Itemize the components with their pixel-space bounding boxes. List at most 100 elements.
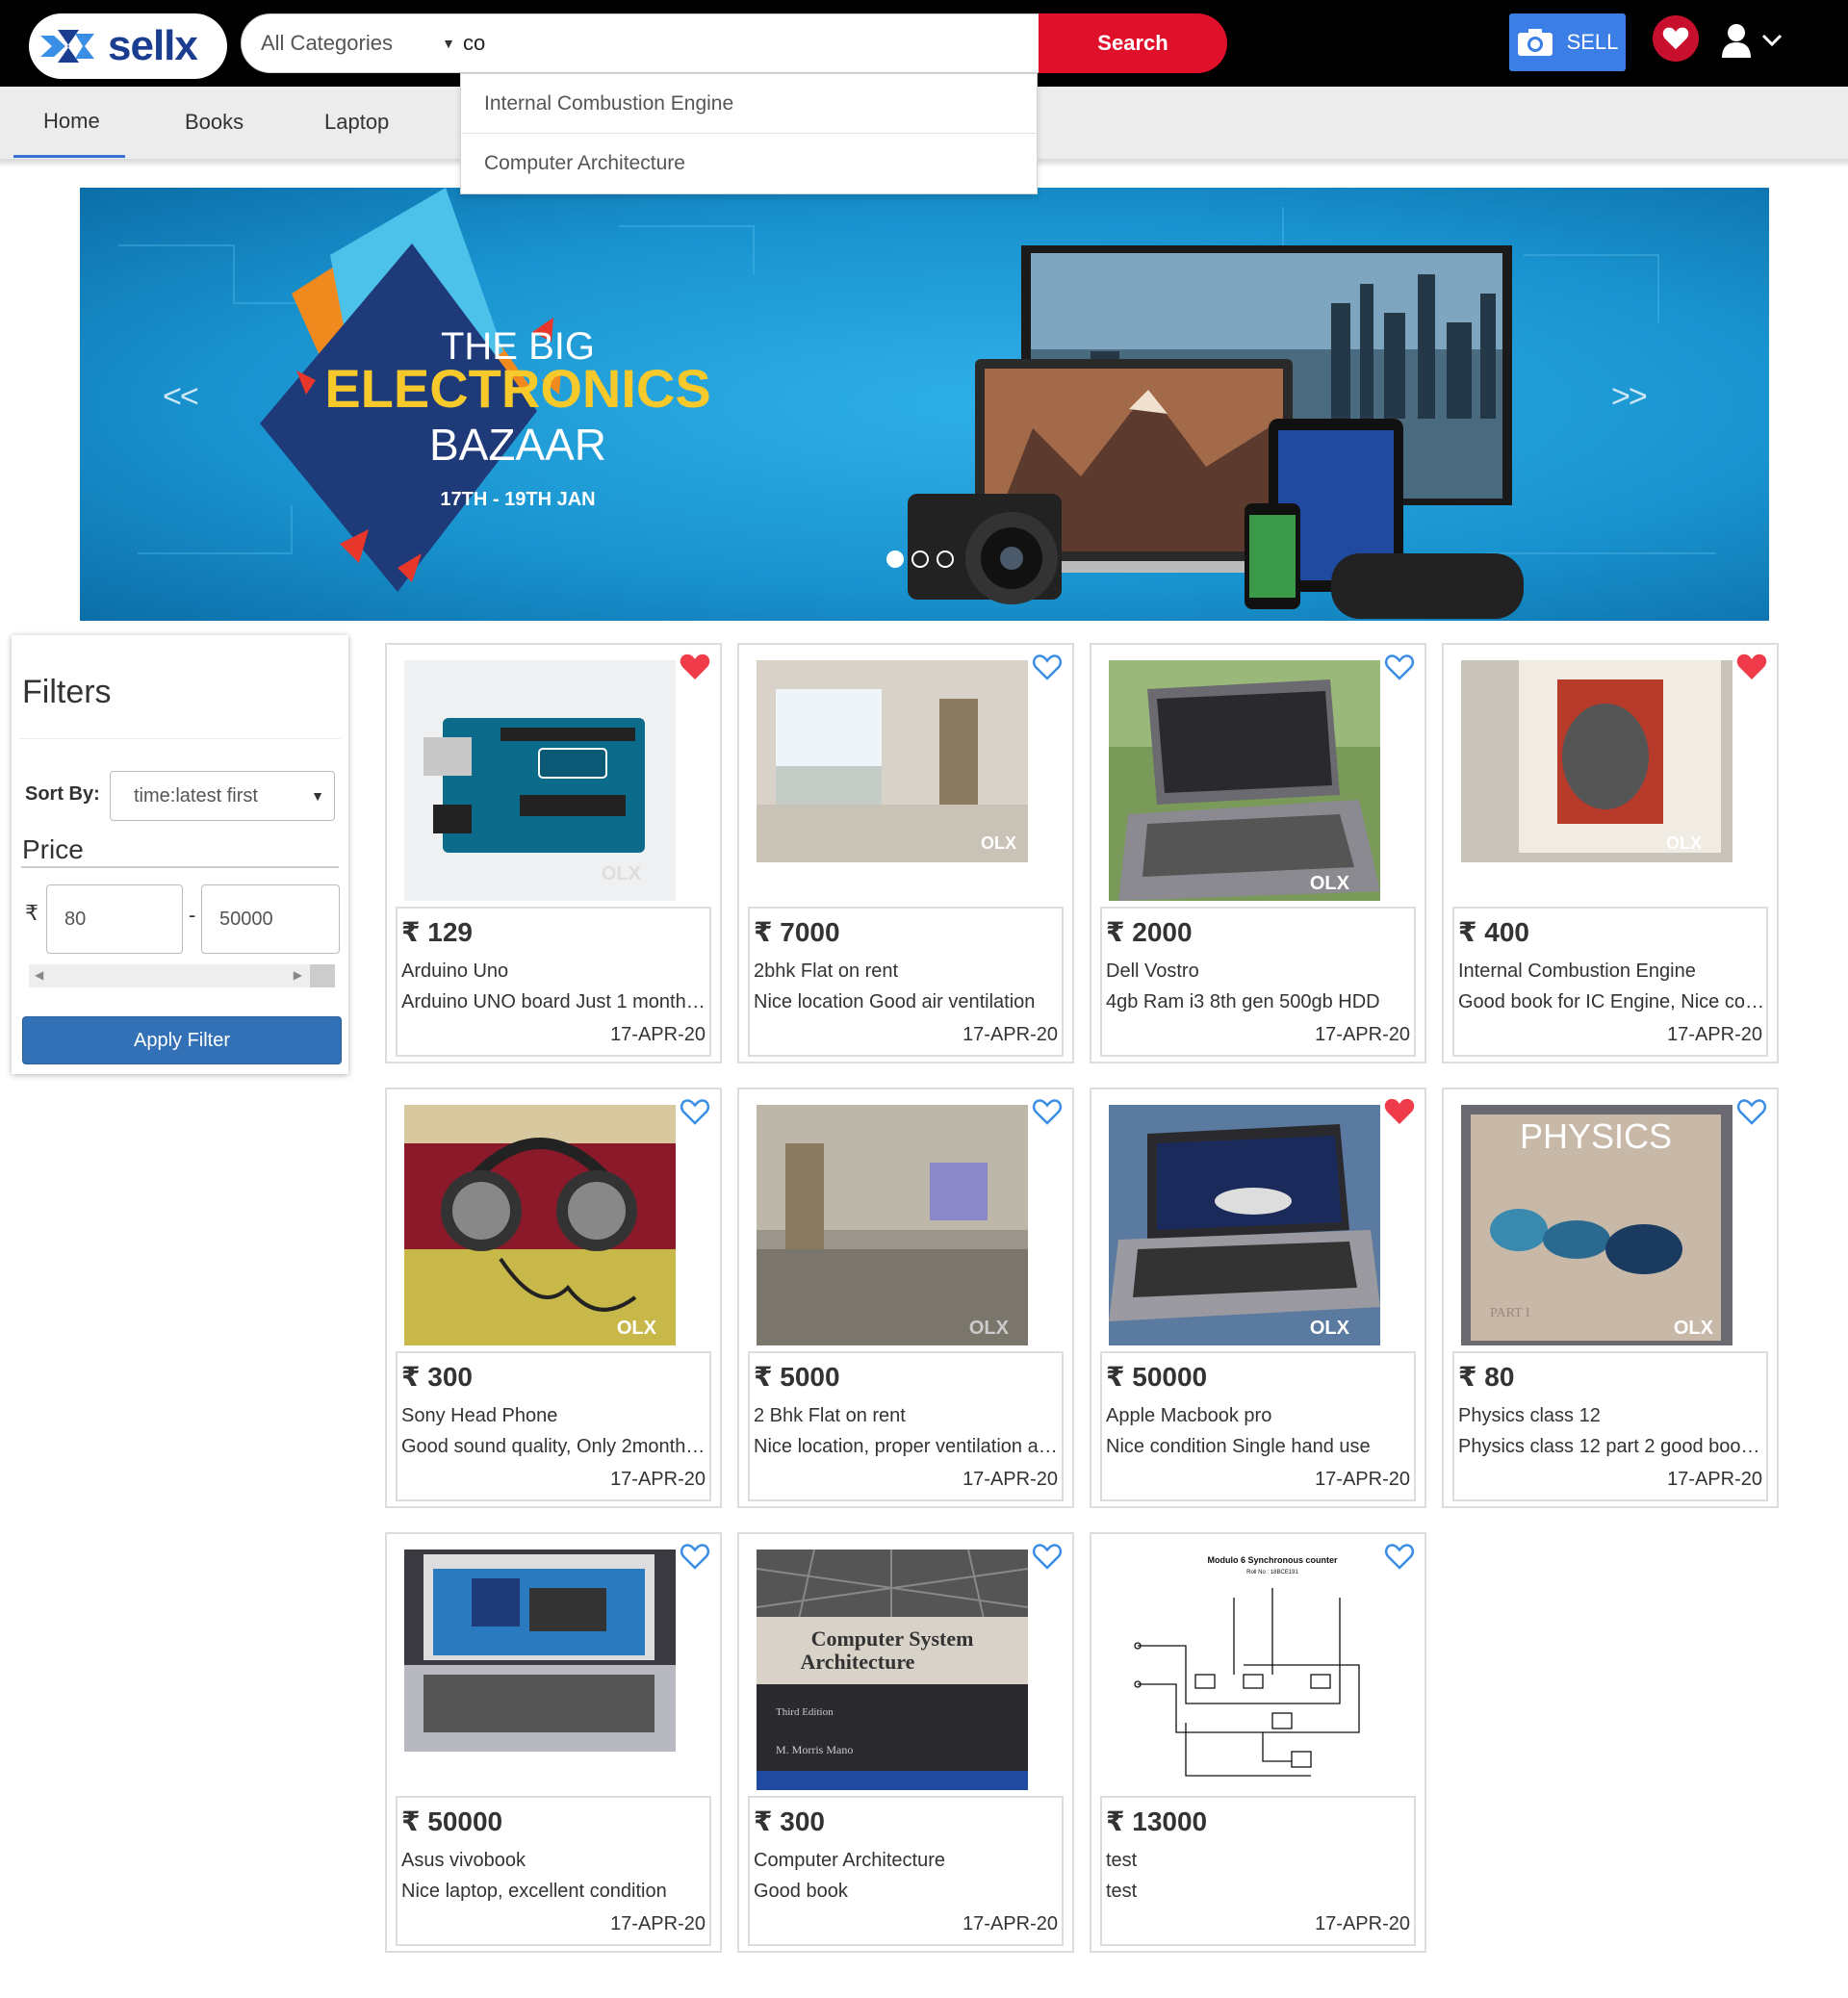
scrollbar-thumb[interactable] <box>310 964 335 987</box>
heart-outline-icon[interactable] <box>680 1542 710 1571</box>
banner-dot[interactable] <box>911 551 929 568</box>
product-card[interactable]: OLX ₹ 7000 2bhk Flat on rent Nice location… <box>737 643 1074 1063</box>
heart-filled-icon[interactable] <box>680 653 710 681</box>
product-name: Physics class 12 <box>1458 1405 1601 1426</box>
product-info: ₹ 80 Physics class 12 Physics class 12 par… <box>1452 1351 1768 1501</box>
product-image[interactable]: OLX <box>757 660 1028 901</box>
product-price: ₹ 300 <box>754 1806 825 1836</box>
nav-books[interactable]: Books <box>185 87 244 158</box>
product-price: ₹ 50000 <box>401 1806 503 1836</box>
filters-title: Filters <box>22 674 112 710</box>
product-card[interactable]: OLX ₹ 400 Internal Combustion Engine Good … <box>1442 643 1779 1063</box>
product-image[interactable] <box>404 1550 676 1790</box>
ca-title-1: Computer System <box>811 1627 974 1651</box>
product-name: Apple Macbook pro <box>1106 1405 1272 1426</box>
heart-outline-icon[interactable] <box>1384 1542 1415 1571</box>
heart-outline-icon[interactable] <box>1032 653 1063 681</box>
product-price: ₹ 13000 <box>1106 1806 1208 1836</box>
product-date: 17-APR-20 <box>1667 1469 1762 1490</box>
product-price: ₹ 400 <box>1458 917 1529 947</box>
heart-outline-icon[interactable] <box>1384 653 1415 681</box>
search-input[interactable]: co <box>460 13 1040 73</box>
product-card[interactable]: Computer System Architecture Third Editi… <box>737 1532 1074 1953</box>
product-card[interactable]: OLX ₹ 50000 Apple Macbook pro Nice conditi… <box>1090 1088 1426 1508</box>
product-price: ₹ 50000 <box>1106 1362 1208 1392</box>
product-price: ₹ 7000 <box>754 917 840 947</box>
product-date: 17-APR-20 <box>1667 1024 1762 1045</box>
max-price-value: 50000 <box>219 908 273 930</box>
horizontal-scrollbar[interactable]: ◀ ▶ <box>29 964 335 987</box>
user-menu[interactable] <box>1721 17 1788 64</box>
price-label: Price <box>22 834 84 864</box>
max-price-input[interactable]: 50000 <box>201 884 340 954</box>
product-name: Arduino Uno <box>401 961 509 982</box>
product-name: test <box>1106 1850 1138 1871</box>
product-image[interactable]: OLX <box>404 1105 676 1345</box>
product-description: Good book <box>754 1881 848 1902</box>
scroll-right-icon[interactable]: ▶ <box>294 968 302 982</box>
product-image[interactable]: OLX <box>757 1105 1028 1345</box>
banner-next-arrow[interactable]: >> <box>1611 378 1648 416</box>
sell-button[interactable]: SELL <box>1509 13 1626 71</box>
dropdown-caret-icon: ▼ <box>311 788 324 804</box>
product-card[interactable]: PHYSICS PART I OLX ₹ 80 Physics class 12 P… <box>1442 1088 1779 1508</box>
search-button[interactable]: Search <box>1039 13 1227 73</box>
product-card[interactable]: OLX ₹ 129 Arduino Uno Arduino UNO board Ju… <box>385 643 722 1063</box>
min-price-input[interactable]: 80 <box>46 884 183 954</box>
svg-text:OLX: OLX <box>1310 1318 1350 1339</box>
scroll-left-icon[interactable]: ◀ <box>35 968 43 982</box>
nav-laptop[interactable]: Laptop <box>324 87 389 158</box>
search-suggestions: Internal Combustion Engine Computer Arch… <box>460 73 1038 194</box>
product-image[interactable]: OLX <box>1109 1105 1380 1345</box>
heart-outline-icon[interactable] <box>1032 1542 1063 1571</box>
product-name: 2bhk Flat on rent <box>754 961 899 982</box>
product-name: 2 Bhk Flat on rent <box>754 1405 906 1426</box>
product-card[interactable]: ₹ 50000 Asus vivobook Nice laptop, excelle… <box>385 1532 722 1953</box>
product-card[interactable]: OLX ₹ 2000 Dell Vostro 4gb Ram i3 8th gen … <box>1090 643 1426 1063</box>
heart-outline-icon[interactable] <box>1032 1097 1063 1126</box>
sellx-logo-icon <box>40 30 94 63</box>
physics-part: PART I <box>1490 1306 1530 1320</box>
sort-select[interactable]: time:latest first ▼ <box>110 771 335 821</box>
product-card[interactable]: Modulo 6 Synchronous counter Roll No : 1… <box>1090 1532 1426 1953</box>
user-icon <box>1722 24 1751 58</box>
product-info: ₹ 300 Computer Architecture Good book 17-AP… <box>748 1796 1064 1946</box>
suggestion-item[interactable]: Internal Combustion Engine <box>461 74 1037 134</box>
svg-text:OLX: OLX <box>981 833 1016 853</box>
product-date: 17-APR-20 <box>1315 1024 1410 1045</box>
product-card[interactable]: OLX ₹ 300 Sony Head Phone Good sound quali… <box>385 1088 722 1508</box>
heart-filled-icon[interactable] <box>1384 1097 1415 1126</box>
banner-dot[interactable] <box>937 551 954 568</box>
product-date: 17-APR-20 <box>962 1469 1058 1490</box>
product-price: ₹ 80 <box>1458 1362 1515 1392</box>
category-select[interactable]: All Categories ▼ <box>241 13 462 73</box>
heart-outline-icon[interactable] <box>680 1097 710 1126</box>
sort-label: Sort By: <box>25 783 100 805</box>
product-image[interactable]: OLX <box>404 660 676 901</box>
rupee-icon: ₹ <box>25 901 38 925</box>
product-image[interactable]: OLX <box>1109 660 1380 901</box>
range-dash: - <box>189 903 196 927</box>
suggestion-item[interactable]: Computer Architecture <box>461 134 1037 193</box>
apply-filter-button[interactable]: Apply Filter <box>22 1016 342 1064</box>
heart-filled-icon[interactable] <box>1736 653 1767 681</box>
svg-text:OLX: OLX <box>1666 833 1702 853</box>
product-date: 17-APR-20 <box>962 1913 1058 1934</box>
product-info: ₹ 7000 2bhk Flat on rent Nice location Goo… <box>748 907 1064 1057</box>
nav-home[interactable]: Home <box>13 87 125 158</box>
banner-prev-arrow[interactable]: << <box>163 378 199 416</box>
product-description: Arduino UNO board Just 1 month old <box>401 991 707 1012</box>
product-info: ₹ 5000 2 Bhk Flat on rent Nice location, p… <box>748 1351 1064 1501</box>
banner-dot[interactable] <box>886 551 904 568</box>
wishlist-heart-icon[interactable] <box>1653 15 1699 62</box>
product-image[interactable]: Modulo 6 Synchronous counter Roll No : 1… <box>1109 1550 1380 1790</box>
physics-title: PHYSICS <box>1520 1116 1672 1156</box>
product-card[interactable]: OLX ₹ 5000 2 Bhk Flat on rent Nice locatio… <box>737 1088 1074 1508</box>
heart-outline-icon[interactable] <box>1736 1097 1767 1126</box>
product-image[interactable]: PHYSICS PART I OLX <box>1461 1105 1732 1345</box>
product-date: 17-APR-20 <box>1315 1469 1410 1490</box>
product-image[interactable]: OLX <box>1461 660 1732 901</box>
product-image[interactable]: Computer System Architecture Third Editi… <box>757 1550 1028 1790</box>
sellx-logo[interactable]: sellx <box>29 13 227 79</box>
product-name: Asus vivobook <box>401 1850 526 1871</box>
